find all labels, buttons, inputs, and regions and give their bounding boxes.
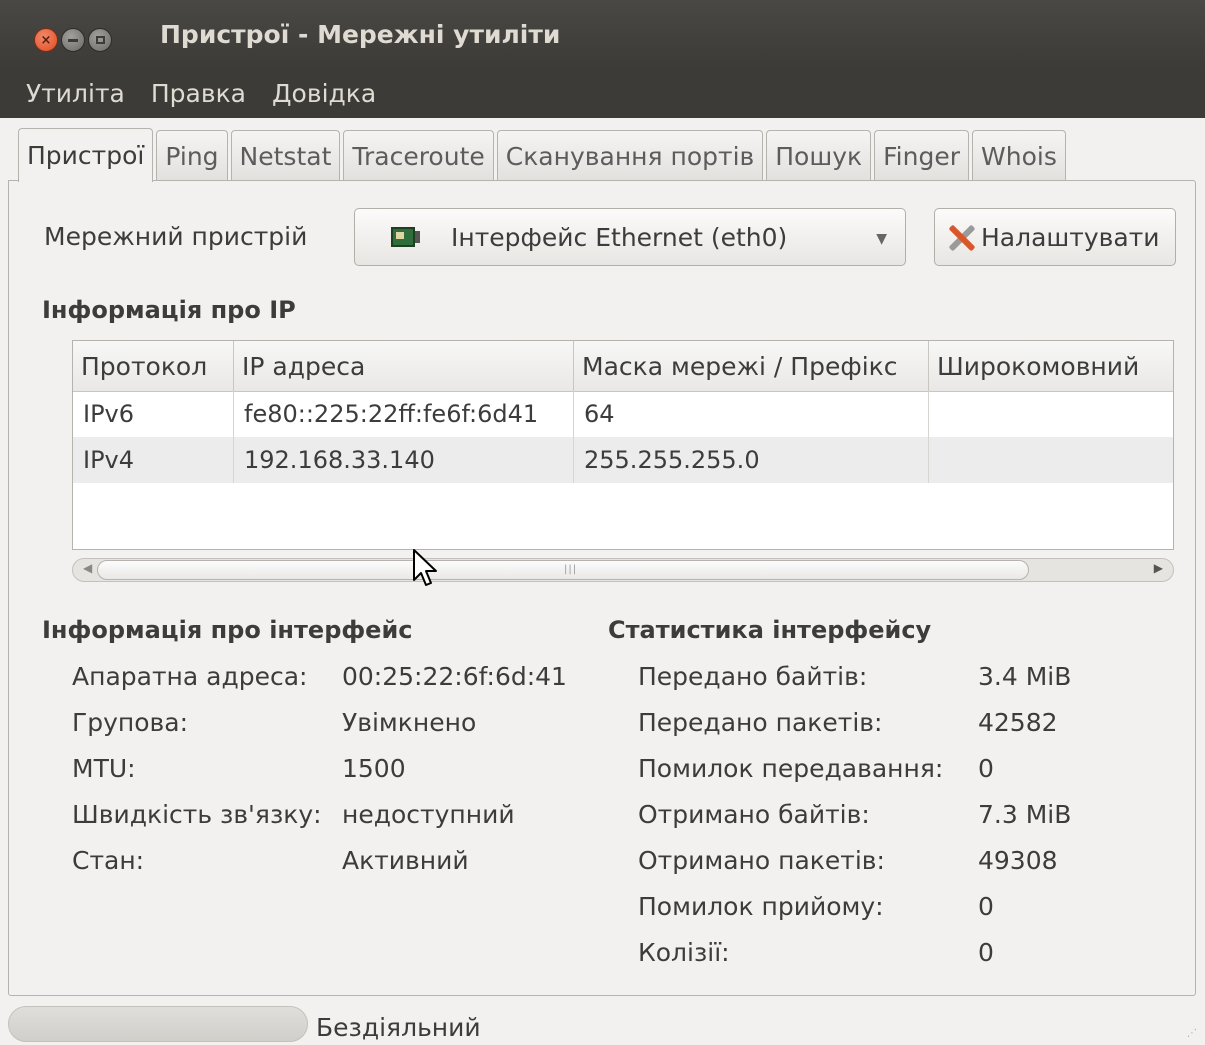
network-card-icon — [391, 227, 420, 247]
notebook-tabs: Пристрої Ping Netstat Traceroute Сканува… — [18, 128, 1069, 182]
tools-icon — [945, 220, 979, 254]
multicast-label: Групова: — [72, 708, 189, 737]
tx-bytes-label: Передано байтів: — [638, 662, 868, 691]
rx-bytes-label: Отримано байтів: — [638, 800, 870, 829]
tab-devices[interactable]: Пристрої — [18, 128, 154, 182]
ip-info-heading: Інформація про IP — [42, 296, 296, 324]
rx-packets-value: 49308 — [978, 846, 1058, 875]
menu-utility[interactable]: Утиліта — [26, 79, 125, 108]
interface-stats-heading: Статистика інтерфейсу — [608, 616, 932, 644]
progress-bar — [8, 1006, 308, 1042]
maximize-icon — [95, 36, 105, 44]
rx-bytes-value: 7.3 MiB — [978, 800, 1072, 829]
column-header-netmask[interactable]: Маска мережі / Префікс — [574, 341, 929, 391]
table-row[interactable]: IPv4 192.168.33.140 255.255.255.0 — [73, 437, 1173, 483]
column-header-broadcast[interactable]: Широкомовний — [929, 341, 1173, 391]
interface-info-heading: Інформація про інтерфейс — [42, 616, 413, 644]
configure-label: Налаштувати — [981, 222, 1160, 252]
menu-bar: Утиліта Правка Довідка — [0, 68, 1205, 118]
minimize-button[interactable] — [61, 28, 85, 52]
grip-icon: ||| — [564, 564, 578, 575]
state-value: Активний — [342, 846, 469, 875]
link-speed-value: недоступний — [342, 800, 515, 829]
resize-grip-icon[interactable]: ⋰ — [1187, 1028, 1197, 1039]
column-header-ip-address[interactable]: IP адреса — [234, 341, 574, 391]
tab-netstat[interactable]: Netstat — [230, 130, 341, 182]
tx-bytes-value: 3.4 MiB — [978, 662, 1072, 691]
window-title: Пристрої - Мережні утиліти — [160, 20, 561, 49]
table-row[interactable]: IPv6 fe80::225:22ff:fe6f:6d41 64 — [73, 391, 1173, 437]
tab-whois[interactable]: Whois — [972, 130, 1066, 182]
mouse-cursor-icon — [413, 549, 437, 586]
chevron-down-icon: ▼ — [876, 231, 887, 247]
mtu-label: MTU: — [72, 754, 136, 783]
tx-errors-value: 0 — [978, 754, 994, 783]
status-text: Бездіяльний — [316, 1013, 481, 1042]
close-icon: × — [40, 32, 52, 48]
collisions-label: Колізії: — [638, 938, 730, 967]
status-bar: Бездіяльний ⋰ — [0, 1000, 1205, 1045]
network-device-label: Мережний пристрій — [44, 222, 308, 251]
tab-traceroute[interactable]: Traceroute — [343, 130, 494, 182]
network-device-combo[interactable]: Інтерфейс Ethernet (eth0) ▼ — [354, 208, 906, 266]
menu-help[interactable]: Довідка — [272, 79, 376, 108]
cell-protocol: IPv4 — [73, 437, 234, 483]
mtu-value: 1500 — [342, 754, 406, 783]
close-button[interactable]: × — [34, 28, 58, 52]
ip-table[interactable]: Протокол IP адреса Маска мережі / Префік… — [72, 340, 1174, 550]
title-bar[interactable]: × Пристрої - Мережні утиліти — [0, 0, 1205, 68]
tx-packets-value: 42582 — [978, 708, 1058, 737]
collisions-value: 0 — [978, 938, 994, 967]
cell-broadcast — [929, 437, 1173, 483]
maximize-button[interactable] — [88, 28, 112, 52]
tx-packets-label: Передано пакетів: — [638, 708, 883, 737]
tab-port-scan[interactable]: Сканування портів — [496, 130, 764, 182]
tab-lookup[interactable]: Пошук — [766, 130, 872, 182]
menu-edit[interactable]: Правка — [151, 79, 246, 108]
configure-button[interactable]: Налаштувати — [934, 208, 1176, 266]
scroll-right-icon[interactable]: ▶ — [1154, 561, 1163, 575]
rx-errors-value: 0 — [978, 892, 994, 921]
horizontal-scrollbar[interactable]: ◀ ||| ▶ — [72, 558, 1174, 582]
cell-ip-address: 192.168.33.140 — [234, 437, 574, 483]
multicast-value: Увімкнено — [342, 708, 477, 737]
cell-netmask: 255.255.255.0 — [574, 437, 929, 483]
cell-netmask: 64 — [574, 391, 929, 437]
state-label: Стан: — [72, 846, 145, 875]
hardware-address-value: 00:25:22:6f:6d:41 — [342, 662, 567, 691]
minimize-icon — [68, 38, 78, 42]
cell-broadcast — [929, 391, 1173, 437]
cell-protocol: IPv6 — [73, 391, 234, 437]
hardware-address-label: Апаратна адреса: — [72, 662, 308, 691]
rx-packets-label: Отримано пакетів: — [638, 846, 885, 875]
tx-errors-label: Помилок передавання: — [638, 754, 944, 783]
column-header-protocol[interactable]: Протокол — [73, 341, 234, 391]
tab-finger[interactable]: Finger — [874, 130, 970, 182]
table-header: Протокол IP адреса Маска мережі / Префік… — [73, 341, 1173, 392]
scroll-left-icon[interactable]: ◀ — [83, 561, 92, 575]
scrollbar-thumb[interactable]: ||| — [97, 560, 1029, 580]
rx-errors-label: Помилок прийому: — [638, 892, 884, 921]
cell-ip-address: fe80::225:22ff:fe6f:6d41 — [234, 391, 574, 437]
network-device-value: Інтерфейс Ethernet (eth0) — [451, 223, 788, 252]
tab-ping[interactable]: Ping — [156, 130, 228, 182]
link-speed-label: Швидкість зв'язку: — [72, 800, 322, 829]
